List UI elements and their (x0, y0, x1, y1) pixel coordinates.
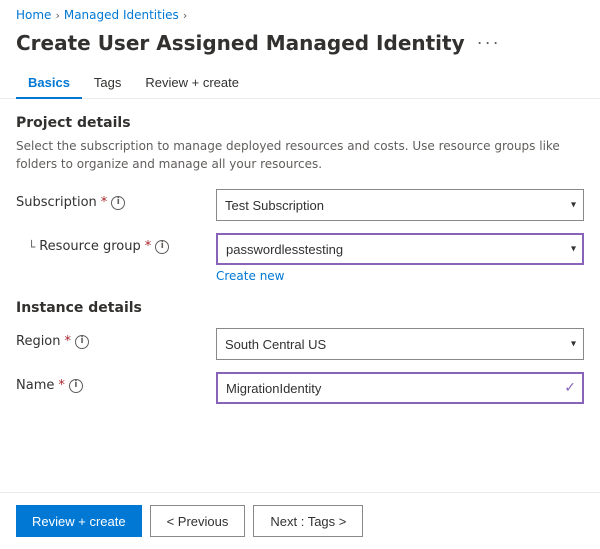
name-control: ✓ (216, 372, 584, 404)
more-options-button[interactable]: ··· (473, 30, 505, 55)
region-label-col: Region * i (16, 328, 216, 349)
rg-required: * (145, 239, 152, 254)
subscription-required: * (101, 195, 108, 210)
name-required: * (58, 378, 65, 393)
breadcrumb-sep-1: › (55, 9, 59, 22)
name-label: Name * i (16, 378, 216, 393)
region-select[interactable]: South Central US (216, 328, 584, 360)
project-details-description: Select the subscription to manage deploy… (16, 137, 584, 173)
region-required: * (65, 334, 72, 349)
breadcrumb: Home › Managed Identities › (0, 0, 600, 26)
resource-group-label-col: Resource group * i (16, 233, 216, 254)
rg-info-icon[interactable]: i (155, 240, 169, 254)
resource-group-select[interactable]: passwordlesstesting (216, 233, 584, 265)
page-header: Create User Assigned Managed Identity ··… (0, 26, 600, 67)
footer: Review + create < Previous Next : Tags > (0, 492, 600, 549)
tab-basics[interactable]: Basics (16, 67, 82, 98)
review-create-button[interactable]: Review + create (16, 505, 142, 537)
tabs-container: Basics Tags Review + create (0, 67, 600, 99)
rg-control: passwordlesstesting ▾ Create new (216, 233, 584, 284)
rg-select-wrapper: passwordlesstesting ▾ (216, 233, 584, 265)
project-details-title: Project details (16, 115, 584, 131)
instance-details-title: Instance details (16, 300, 584, 316)
page-title: Create User Assigned Managed Identity (16, 31, 465, 55)
region-info-icon[interactable]: i (75, 335, 89, 349)
region-label: Region * i (16, 334, 216, 349)
subscription-info-icon[interactable]: i (111, 196, 125, 210)
resource-group-group: Resource group * i passwordlesstesting ▾… (16, 233, 584, 284)
breadcrumb-sep-2: › (183, 9, 187, 22)
tab-tags[interactable]: Tags (82, 67, 133, 98)
breadcrumb-home[interactable]: Home (16, 8, 51, 22)
subscription-label: Subscription * i (16, 195, 216, 210)
main-content: Project details Select the subscription … (0, 99, 600, 549)
region-group: Region * i South Central US ▾ (16, 328, 584, 360)
content-area: Project details Select the subscription … (0, 99, 600, 404)
name-label-col: Name * i (16, 372, 216, 393)
region-control: South Central US ▾ (216, 328, 584, 360)
breadcrumb-managed-identities[interactable]: Managed Identities (64, 8, 179, 22)
name-info-icon[interactable]: i (69, 379, 83, 393)
section-divider: Instance details (16, 300, 584, 316)
region-select-wrapper: South Central US ▾ (216, 328, 584, 360)
name-input-wrapper: ✓ (216, 372, 584, 404)
name-input[interactable] (216, 372, 584, 404)
subscription-select[interactable]: Test Subscription (216, 189, 584, 221)
tab-review-create[interactable]: Review + create (133, 67, 251, 98)
resource-group-label: Resource group * i (39, 239, 169, 254)
subscription-select-wrapper: Test Subscription ▾ (216, 189, 584, 221)
resource-group-indent: Resource group * i (16, 239, 169, 254)
name-group: Name * i ✓ (16, 372, 584, 404)
next-button[interactable]: Next : Tags > (253, 505, 363, 537)
subscription-label-col: Subscription * i (16, 189, 216, 210)
create-new-link[interactable]: Create new (216, 269, 285, 283)
previous-button[interactable]: < Previous (150, 505, 246, 537)
subscription-control: Test Subscription ▾ (216, 189, 584, 221)
subscription-group: Subscription * i Test Subscription ▾ (16, 189, 584, 221)
